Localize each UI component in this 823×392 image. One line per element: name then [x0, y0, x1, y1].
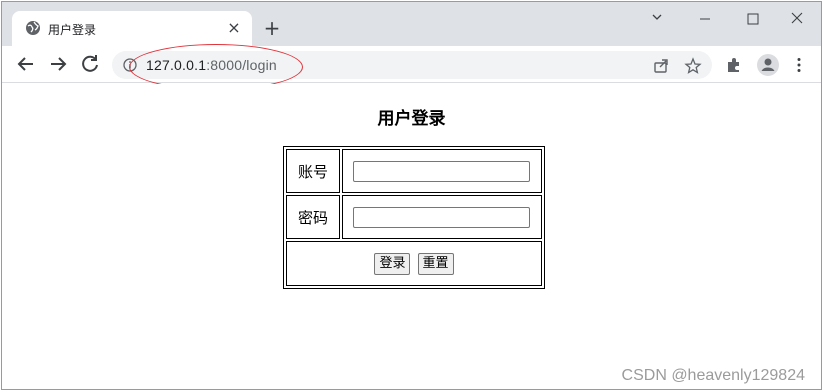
- tab-title: 用户登录: [48, 23, 97, 37]
- extensions-puzzle-icon[interactable]: [725, 56, 743, 74]
- page-content: 用户登录 账号 密码 登录 重置 CSDN @heavenly129824: [2, 84, 821, 389]
- back-arrow-icon[interactable]: [14, 52, 38, 76]
- minimize-icon[interactable]: [682, 4, 728, 32]
- forward-arrow-icon[interactable]: [46, 52, 70, 76]
- password-input[interactable]: [353, 206, 530, 228]
- tab-close-icon[interactable]: ×: [224, 18, 244, 38]
- login-button[interactable]: 登录: [374, 253, 411, 275]
- window-close-icon[interactable]: [774, 4, 820, 32]
- tab-strip: 用户登录 × +: [2, 2, 821, 46]
- new-tab-button[interactable]: +: [260, 16, 284, 40]
- share-icon[interactable]: [652, 57, 670, 75]
- kebab-menu-icon[interactable]: [790, 56, 808, 74]
- reset-button[interactable]: 重置: [417, 253, 454, 275]
- page-title: 用户登录: [377, 109, 446, 129]
- login-form-table: 账号 密码 登录 重置: [283, 146, 545, 289]
- account-label: 账号: [286, 149, 340, 193]
- actions-cell: 登录 重置: [286, 241, 542, 286]
- browser-toolbar: 127.0.0.1:8000/login: [2, 46, 821, 83]
- watermark: CSDN @heavenly129824: [621, 367, 805, 384]
- maximize-icon[interactable]: [730, 4, 776, 32]
- password-label: 密码: [286, 195, 340, 239]
- browser-window: 用户登录 × + 127.0.0.1:8000/login 用户登录 账号 密码…: [1, 1, 822, 390]
- tab-search-chevron-icon[interactable]: [634, 4, 680, 32]
- password-row: 密码: [286, 195, 542, 239]
- profile-avatar-icon[interactable]: [756, 53, 780, 77]
- password-cell: [342, 195, 542, 239]
- tab-active[interactable]: 用户登录 ×: [12, 11, 252, 46]
- actions-row: 登录 重置: [286, 241, 542, 286]
- bookmark-star-icon[interactable]: [684, 57, 702, 75]
- account-input[interactable]: [353, 160, 530, 182]
- account-cell: [342, 149, 542, 193]
- reload-icon[interactable]: [78, 52, 102, 76]
- account-row: 账号: [286, 149, 542, 193]
- globe-icon: [26, 21, 40, 35]
